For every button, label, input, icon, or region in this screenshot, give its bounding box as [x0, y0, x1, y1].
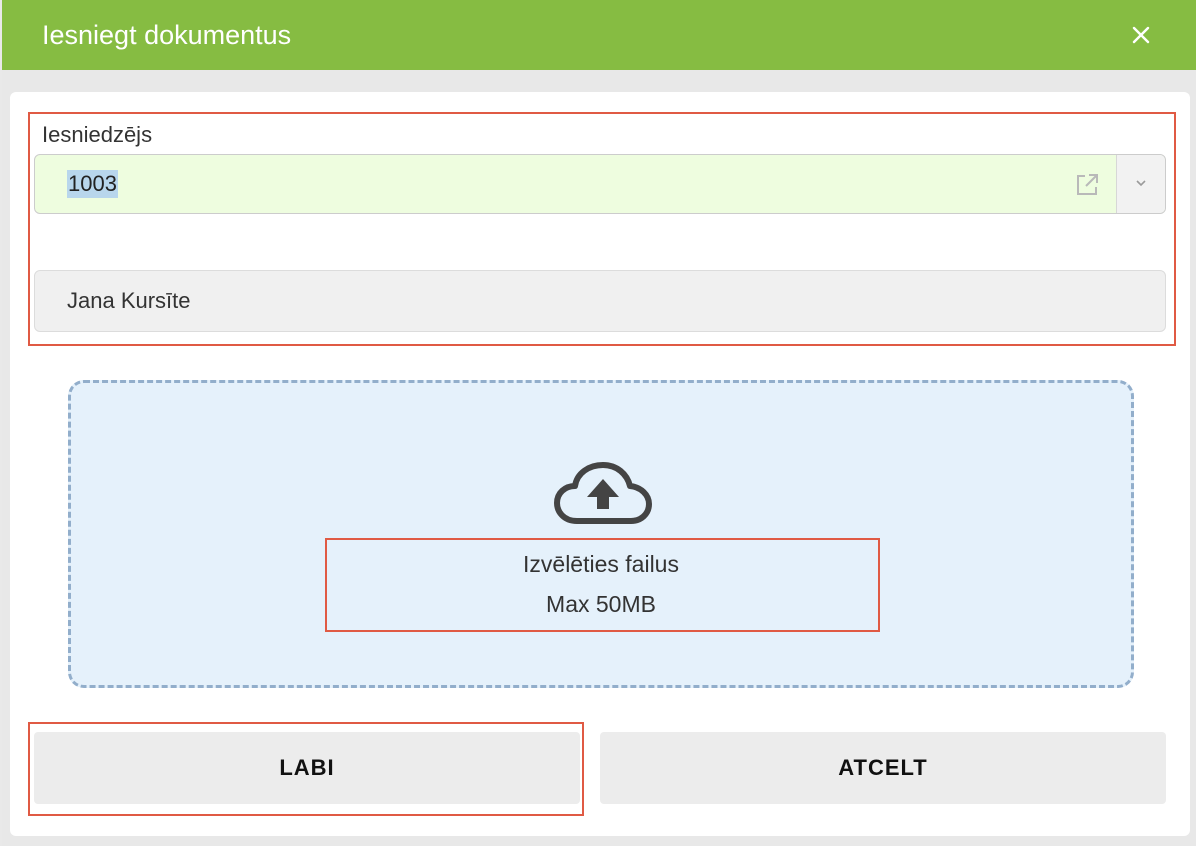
- submitter-code-field[interactable]: 1003: [34, 154, 1166, 214]
- submitter-dropdown-button[interactable]: [1116, 155, 1165, 213]
- file-dropzone[interactable]: Izvēlēties failus Max 50MB: [68, 380, 1134, 688]
- submitter-name-value: Jana Kursīte: [67, 288, 191, 313]
- submit-documents-dialog: Iesniegt dokumentus Iesniedzējs 1003 Jan…: [2, 0, 1196, 846]
- close-icon: [1132, 26, 1150, 44]
- dialog-header: Iesniegt dokumentus: [2, 0, 1196, 70]
- submitter-code-value[interactable]: 1003: [67, 170, 118, 198]
- submitter-label: Iesniedzējs: [42, 122, 153, 147]
- ok-button-highlight: [28, 722, 584, 816]
- cancel-button[interactable]: ATCELT: [600, 732, 1166, 804]
- close-button[interactable]: [1126, 20, 1156, 50]
- choose-files-highlight: [325, 538, 880, 632]
- external-link-icon[interactable]: [1073, 171, 1101, 199]
- cloud-upload-icon: [554, 462, 652, 524]
- dialog-title: Iesniegt dokumentus: [42, 20, 292, 50]
- chevron-down-icon: [1136, 180, 1146, 187]
- submitter-name-field: Jana Kursīte: [34, 270, 1166, 332]
- dialog-body: Iesniedzējs 1003 Jana Kursīte Izvēlēties…: [10, 92, 1190, 836]
